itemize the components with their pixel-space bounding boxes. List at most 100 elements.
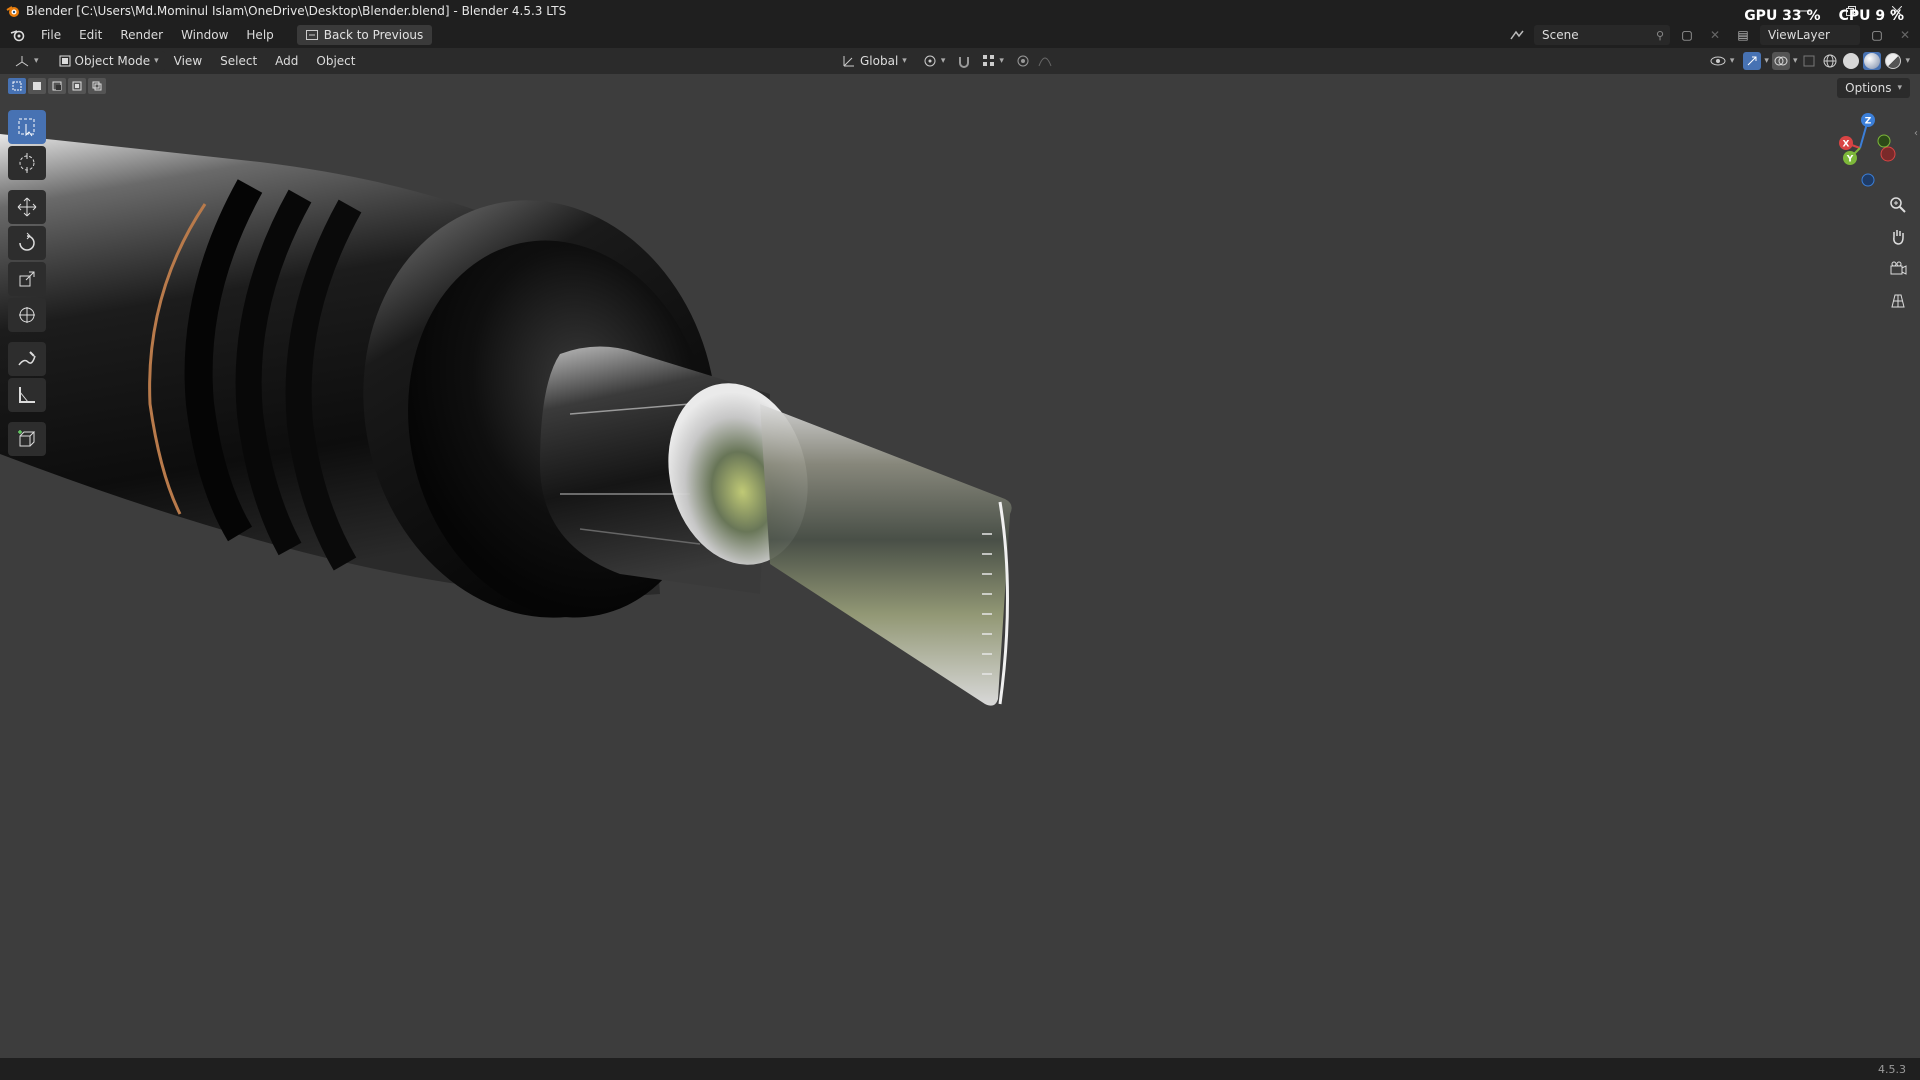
select-new-icon[interactable] [8, 78, 26, 94]
options-label: Options [1845, 81, 1892, 95]
remove-view-layer-icon[interactable]: ✕ [1894, 25, 1916, 45]
zoom-icon[interactable] [1884, 192, 1912, 218]
negative-y-handle [1877, 134, 1891, 148]
chevron-down-icon: ▾ [1729, 56, 1735, 66]
pin-icon[interactable]: ⚲ [1656, 29, 1664, 42]
blender-logo-icon [4, 2, 22, 20]
gizmo-toggle-icon[interactable] [1743, 52, 1762, 70]
measure-tool-icon[interactable] [8, 378, 46, 412]
wireframe-shading-icon[interactable] [1821, 52, 1839, 70]
grid-snap-icon [983, 55, 995, 66]
object-mode-icon [59, 55, 71, 67]
perspective-toggle-icon[interactable] [1884, 288, 1912, 314]
sidebar-toggle-icon[interactable]: ‹ [1914, 128, 1918, 139]
pivot-point-dropdown[interactable]: ▾ [917, 51, 952, 71]
scene-selector[interactable]: Scene ⚲ [1534, 25, 1670, 45]
orientation-label: Global [860, 54, 899, 68]
select-box-tool-icon[interactable] [8, 110, 46, 144]
transform-tools: Global ▾ ▾ ▾ [836, 51, 1054, 71]
3d-viewport[interactable] [0, 74, 1920, 1058]
camera-view-icon[interactable] [1884, 256, 1912, 282]
back-to-previous-label: Back to Previous [323, 28, 424, 42]
remove-scene-icon[interactable]: ✕ [1704, 25, 1726, 45]
chevron-down-icon[interactable]: ▾ [1764, 56, 1769, 66]
rotate-tool-icon[interactable] [8, 226, 46, 260]
chevron-down-icon: ▾ [902, 56, 907, 66]
new-scene-icon[interactable]: ▢ [1676, 25, 1698, 45]
solid-shading-icon[interactable] [1842, 52, 1860, 70]
negative-x-handle [1880, 146, 1896, 162]
menu-add[interactable]: Add [266, 48, 307, 74]
scale-tool-icon[interactable] [8, 262, 46, 296]
z-axis-label: Z [1865, 117, 1872, 127]
chevron-down-icon[interactable]: ▾ [1793, 56, 1798, 66]
status-bar: 4.5.3 [0, 1058, 1920, 1080]
scene-controls: GPU 33 % CPU 9 % Scene ⚲ ▢ ✕ ▤ ViewLayer… [1506, 8, 1920, 48]
title-bar: Blender [C:\Users\Md.Mominul Islam\OneDr… [0, 0, 1920, 22]
viewport-render [0, 134, 1012, 706]
y-axis-label: Y [1846, 155, 1854, 165]
select-invert-icon[interactable] [68, 78, 86, 94]
viewport-display-tools: ▾ ▾ ▾ ▾ [1704, 51, 1910, 71]
pan-hand-icon[interactable] [1884, 224, 1912, 250]
version-label: 4.5.3 [1878, 1062, 1906, 1076]
transform-tool-icon[interactable] [8, 298, 46, 332]
select-intersect-icon[interactable] [88, 78, 106, 94]
menu-edit[interactable]: Edit [70, 22, 111, 48]
menu-select[interactable]: Select [211, 48, 266, 74]
new-view-layer-icon[interactable]: ▢ [1866, 25, 1888, 45]
options-dropdown[interactable]: Options ▾ [1837, 78, 1910, 98]
viewport-header: ▾ Object Mode ▾ View Select Add Object G… [0, 48, 1920, 74]
screen-icon [305, 30, 318, 40]
navigation-buttons [1884, 192, 1912, 314]
resource-stats: GPU 33 % CPU 9 % [1744, 8, 1904, 24]
view-layer-name: ViewLayer [1768, 28, 1830, 42]
object-mode-dropdown[interactable]: Object Mode ▾ [52, 51, 165, 71]
proportional-editing-icon[interactable] [1014, 52, 1032, 70]
menu-render[interactable]: Render [111, 22, 172, 48]
object-mode-label: Object Mode [74, 54, 151, 68]
overlays-toggle-icon[interactable] [1771, 52, 1790, 70]
orientation-icon [843, 56, 854, 67]
navigation-gizmo[interactable]: Z X Y [1822, 108, 1902, 188]
blender-window: Blender [C:\Users\Md.Mominul Islam\OneDr… [0, 0, 1920, 1080]
view-layer-selector[interactable]: ViewLayer [1760, 25, 1860, 45]
transform-orientation-dropdown[interactable]: Global ▾ [836, 51, 913, 71]
gpu-usage: GPU 33 % [1744, 8, 1821, 24]
menu-object[interactable]: Object [307, 48, 364, 74]
tool-shelf [8, 110, 46, 456]
blender-menu-icon[interactable] [4, 22, 32, 48]
view-layer-type-icon[interactable]: ▤ [1732, 25, 1754, 45]
select-extend-icon[interactable] [28, 78, 46, 94]
negative-z-handle [1861, 173, 1875, 187]
select-subtract-icon[interactable] [48, 78, 66, 94]
chevron-down-icon: ▾ [154, 56, 159, 66]
chevron-down-icon: ▾ [34, 56, 39, 66]
menu-file[interactable]: File [32, 22, 70, 48]
falloff-icon[interactable] [1036, 52, 1054, 70]
editor-type-button[interactable]: ▾ [8, 51, 45, 71]
cursor-tool-icon[interactable] [8, 146, 46, 180]
selection-mode-group [8, 78, 106, 94]
move-tool-icon[interactable] [8, 190, 46, 224]
window-title: Blender [C:\Users\Md.Mominul Islam\OneDr… [26, 4, 567, 18]
cpu-usage: CPU 9 % [1838, 8, 1904, 24]
scene-type-icon[interactable] [1506, 25, 1528, 45]
rendered-shading-icon[interactable] [1884, 52, 1902, 70]
back-to-previous-button[interactable]: Back to Previous [296, 25, 433, 45]
menu-window[interactable]: Window [172, 22, 237, 48]
visibility-dropdown[interactable]: ▾ [1704, 51, 1741, 71]
menu-help[interactable]: Help [237, 22, 282, 48]
pivot-icon [924, 55, 936, 67]
material-preview-icon[interactable] [1863, 52, 1882, 70]
chevron-down-icon[interactable]: ▾ [1905, 56, 1910, 66]
top-menu-bar: File Edit Render Window Help Back to Pre… [0, 8, 1920, 48]
annotate-tool-icon[interactable] [8, 342, 46, 376]
add-cube-tool-icon[interactable] [8, 422, 46, 456]
xray-toggle-icon[interactable] [1800, 52, 1818, 70]
snap-toggle-icon[interactable] [955, 52, 973, 70]
scene-name: Scene [1542, 28, 1579, 42]
snap-target-dropdown[interactable]: ▾ [977, 51, 1010, 71]
menu-view[interactable]: View [165, 48, 211, 74]
chevron-down-icon: ▾ [999, 56, 1004, 66]
